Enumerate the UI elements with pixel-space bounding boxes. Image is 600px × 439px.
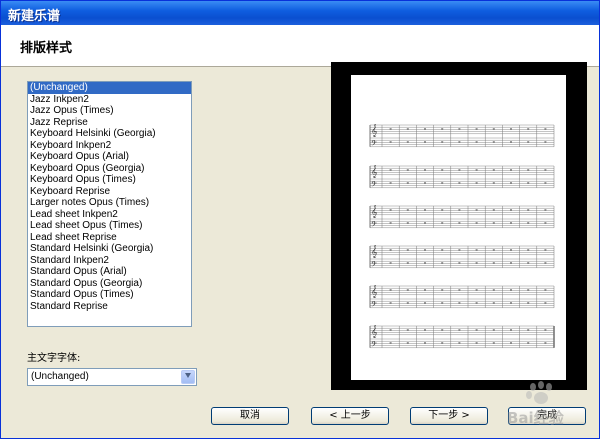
style-list-item[interactable]: Standard Inkpen2 <box>28 255 191 267</box>
style-list-item[interactable]: Lead sheet Reprise <box>28 232 191 244</box>
style-list-item[interactable]: Standard Opus (Times) <box>28 289 191 301</box>
svg-text:𝄢: 𝄢 <box>371 260 377 271</box>
main-text-font-select[interactable]: (Unchanged) <box>27 368 197 386</box>
page-title: 排版样式 <box>20 41 73 56</box>
main-text-font-label: 主文字字体: <box>27 353 81 364</box>
cancel-button[interactable]: 取消 <box>211 407 289 425</box>
style-list-item[interactable]: (Unchanged) <box>28 82 191 94</box>
house-style-list[interactable]: (Unchanged) Jazz Inkpen2 Jazz Opus (Times)… <box>27 81 192 327</box>
svg-text:𝄢: 𝄢 <box>371 300 377 311</box>
style-list-item[interactable]: Jazz Opus (Times) <box>28 105 191 117</box>
svg-text:𝄢: 𝄢 <box>371 220 377 231</box>
watermark-text: Bai经验 <box>507 409 565 427</box>
svg-text:𝄞: 𝄞 <box>371 285 378 298</box>
style-list-item[interactable]: Standard Reprise <box>28 301 191 313</box>
style-list-item[interactable]: Standard Helsinki (Georgia) <box>28 243 191 255</box>
svg-text:𝄞: 𝄞 <box>371 245 378 258</box>
style-list-item[interactable]: Keyboard Opus (Arial) <box>28 151 191 163</box>
style-list-item[interactable]: Keyboard Reprise <box>28 186 191 198</box>
style-list-item[interactable]: Standard Opus (Georgia) <box>28 278 191 290</box>
svg-text:𝄞: 𝄞 <box>371 325 378 338</box>
score-preview-svg: 𝄞 𝄢 𝄞 𝄢 𝄞 𝄢 𝄞 𝄢 𝄞 𝄢 𝄞 𝄢 <box>369 124 555 351</box>
style-list-item[interactable]: Larger notes Opus (Times) <box>28 197 191 209</box>
new-score-dialog: 新建乐谱 排版样式 (Unchanged) Jazz Inkpen2 Jazz Op… <box>0 0 600 439</box>
back-button[interactable]: < 上一步 <box>311 407 389 425</box>
title-bar[interactable]: 新建乐谱 <box>1 1 599 25</box>
next-button[interactable]: 下一步 > <box>410 407 488 425</box>
svg-text:𝄞: 𝄞 <box>371 165 378 178</box>
style-list-item[interactable]: Lead sheet Inkpen2 <box>28 209 191 221</box>
style-list-item[interactable]: Keyboard Helsinki (Georgia) <box>28 128 191 140</box>
svg-text:𝄢: 𝄢 <box>371 139 377 150</box>
svg-text:𝄢: 𝄢 <box>371 340 377 351</box>
style-list-item[interactable]: Keyboard Inkpen2 <box>28 140 191 152</box>
svg-text:𝄢: 𝄢 <box>371 180 377 191</box>
style-list-item[interactable]: Keyboard Opus (Times) <box>28 174 191 186</box>
chevron-down-icon[interactable] <box>181 370 195 384</box>
window-title: 新建乐谱 <box>8 9 61 24</box>
style-preview: 𝄞 𝄢 𝄞 𝄢 𝄞 𝄢 𝄞 𝄢 𝄞 𝄢 𝄞 𝄢 <box>331 62 587 390</box>
preview-page: 𝄞 𝄢 𝄞 𝄢 𝄞 𝄢 𝄞 𝄢 𝄞 𝄢 𝄞 𝄢 <box>351 75 566 380</box>
wizard-header: 排版样式 <box>1 25 599 67</box>
svg-text:𝄞: 𝄞 <box>371 205 378 218</box>
style-list-item[interactable]: Jazz Reprise <box>28 117 191 129</box>
svg-text:𝄞: 𝄞 <box>371 124 378 137</box>
style-list-item[interactable]: Standard Opus (Arial) <box>28 266 191 278</box>
style-list-item[interactable]: Lead sheet Opus (Times) <box>28 220 191 232</box>
main-text-font-value: (Unchanged) <box>31 371 89 382</box>
style-list-item[interactable]: Keyboard Opus (Georgia) <box>28 163 191 175</box>
baidu-watermark: Bai经验 <box>507 381 565 427</box>
style-list-item[interactable]: Jazz Inkpen2 <box>28 94 191 106</box>
